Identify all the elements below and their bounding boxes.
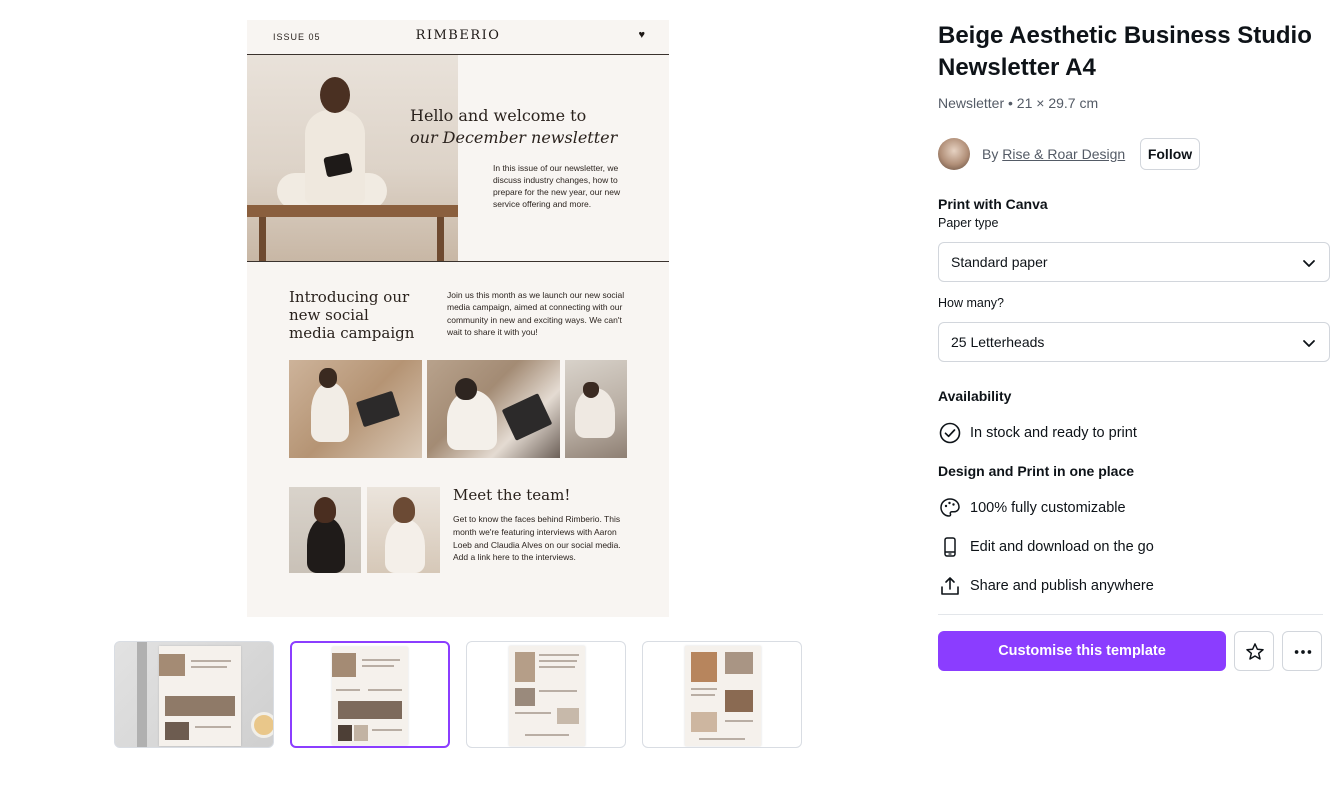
avatar[interactable] xyxy=(938,138,970,170)
thumbnail-2[interactable] xyxy=(290,641,450,748)
paper-type-label: Paper type xyxy=(938,216,999,230)
more-icon xyxy=(1294,650,1312,654)
paper-type-value: Standard paper xyxy=(951,254,1048,270)
phone-icon xyxy=(944,537,956,557)
chevron-down-icon xyxy=(1303,260,1315,267)
campaign-body-text: Join us this month as we launch our new … xyxy=(447,290,625,337)
quantity-value: 25 Letterheads xyxy=(951,334,1045,350)
thumbnail-4[interactable] xyxy=(642,641,802,748)
more-options-button[interactable] xyxy=(1282,631,1322,671)
thumbnail-3[interactable] xyxy=(466,641,626,748)
team-photo-2 xyxy=(367,487,440,573)
newsletter-brand: RIMBERIO xyxy=(415,28,501,43)
template-subtitle: Newsletter • 21 × 29.7 cm xyxy=(938,95,1099,111)
author-link[interactable]: Rise & Roar Design xyxy=(1002,146,1125,162)
hero-photo xyxy=(247,55,458,261)
star-icon xyxy=(1246,643,1264,660)
chevron-down-icon xyxy=(1303,340,1315,347)
favorite-button[interactable] xyxy=(1234,631,1274,671)
section-divider xyxy=(247,261,669,262)
campaign-photo-desk xyxy=(427,360,560,458)
team-photo-1 xyxy=(289,487,361,573)
check-circle-icon xyxy=(939,422,961,444)
quantity-select[interactable]: 25 Letterheads xyxy=(938,322,1330,362)
paper-type-select[interactable]: Standard paper xyxy=(938,242,1330,282)
team-heading: Meet the team! xyxy=(453,486,571,504)
team-body-text: Get to know the faces behind Rimberio. T… xyxy=(453,514,621,563)
hero-body-text: In this issue of our newsletter, we disc… xyxy=(493,163,621,209)
campaign-photo-meeting xyxy=(565,360,627,458)
customise-template-button[interactable]: Customise this template xyxy=(938,631,1226,671)
campaign-heading: Introducing our new social media campaig… xyxy=(289,288,415,342)
features-heading: Design and Print in one place xyxy=(938,463,1135,479)
quantity-label: How many? xyxy=(938,296,1004,310)
print-heading: Print with Canva xyxy=(938,196,1048,212)
follow-button[interactable]: Follow xyxy=(1140,138,1200,170)
palette-icon xyxy=(940,498,960,517)
author-byline: By Rise & Roar Design xyxy=(982,146,1126,162)
actions-divider xyxy=(938,614,1323,615)
template-preview: ISSUE 05 RIMBERIO ♥ Hello and welcome to… xyxy=(247,20,669,617)
hero-heading: Hello and welcome to our December newsle… xyxy=(410,106,618,147)
share-icon xyxy=(941,577,959,595)
template-title: Beige Aesthetic Business Studio Newslett… xyxy=(938,22,1312,81)
heart-icon: ♥ xyxy=(638,29,645,41)
thumbnail-1[interactable] xyxy=(114,641,274,748)
availability-heading: Availability xyxy=(938,388,1012,404)
campaign-photo-laptop xyxy=(289,360,422,458)
